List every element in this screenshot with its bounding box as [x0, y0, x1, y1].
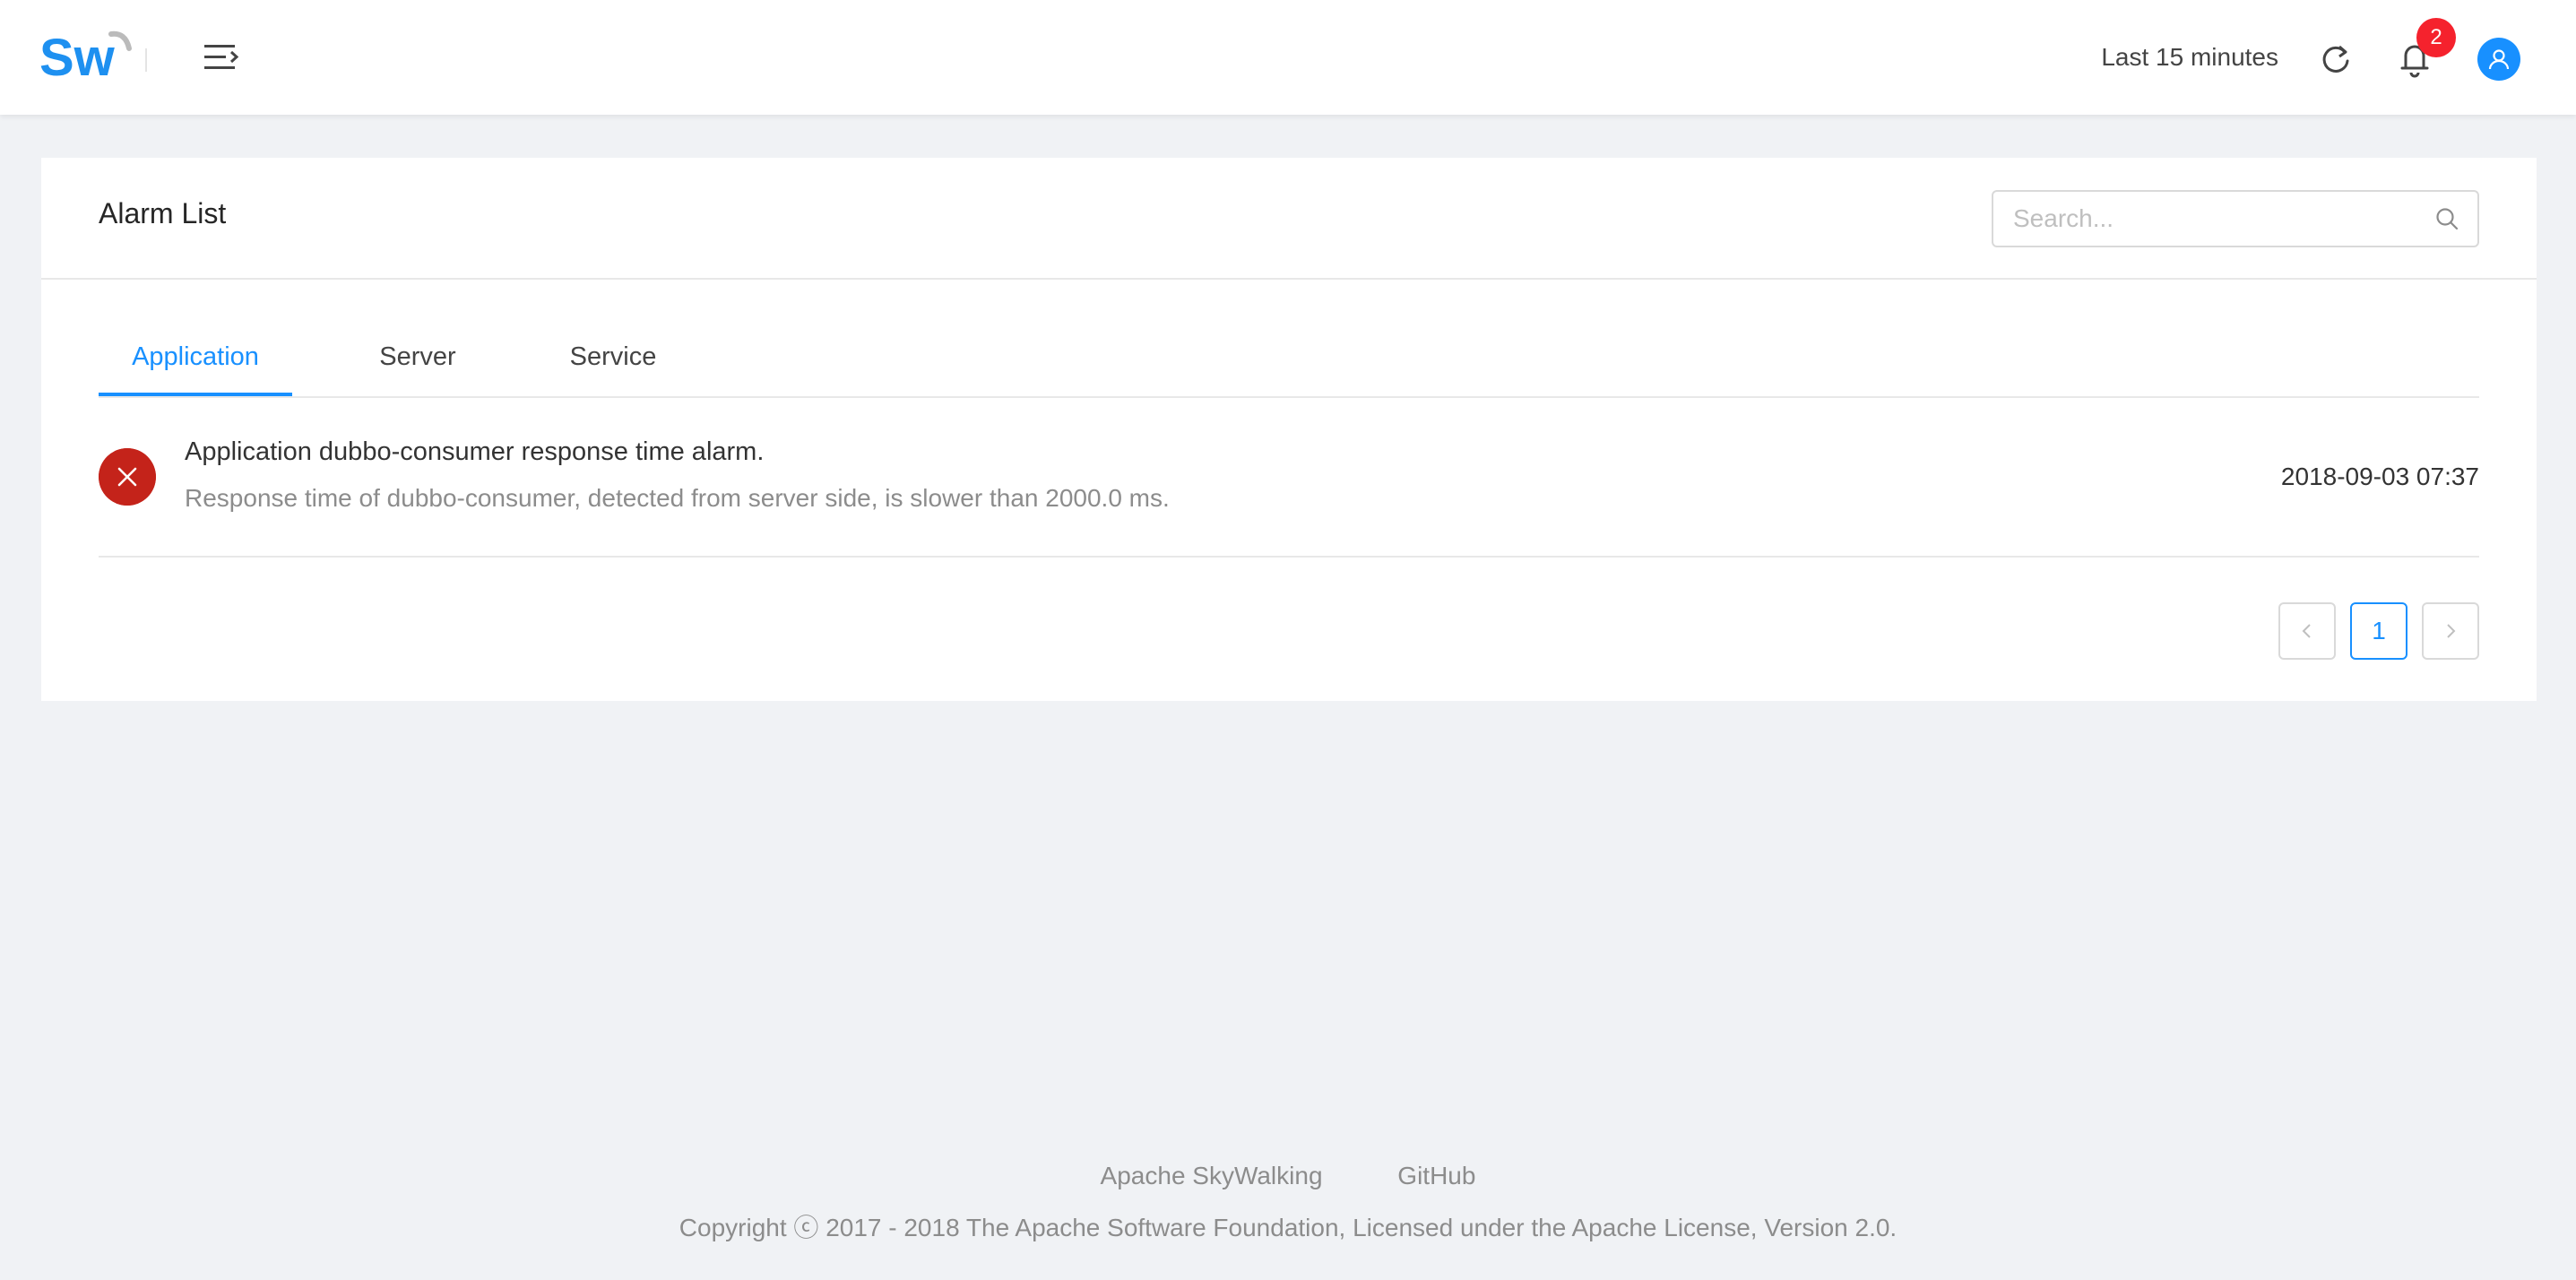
alarm-tabs: Application Server Service	[99, 333, 2479, 398]
search-box	[1992, 190, 2479, 247]
notification-badge: 2	[2416, 18, 2456, 57]
search-input[interactable]	[2013, 192, 2425, 246]
alarm-description: Response time of dubbo-consumer, detecte…	[185, 484, 1170, 512]
list-item: Application dubbo-consumer response time…	[99, 400, 2479, 558]
tab-application[interactable]: Application	[99, 333, 292, 398]
tab-server[interactable]: Server	[364, 333, 471, 398]
active-tab-indicator	[99, 393, 292, 396]
close-circle-icon	[99, 448, 156, 506]
prev-page-button[interactable]	[2278, 602, 2336, 660]
next-page-button[interactable]	[2422, 602, 2479, 660]
user-avatar[interactable]	[2477, 38, 2520, 81]
refresh-icon[interactable]	[2318, 41, 2354, 77]
tab-service[interactable]: Service	[559, 333, 667, 398]
card-header: Alarm List	[41, 158, 2537, 280]
logo-divider	[145, 48, 147, 72]
alarm-title: Application dubbo-consumer response time…	[185, 437, 765, 466]
footer-links: Apache SkyWalking GitHub	[0, 1156, 2576, 1196]
footer-link-skywalking[interactable]: Apache SkyWalking	[1101, 1162, 1323, 1189]
skywalking-logo[interactable]: Sw	[39, 25, 133, 82]
alarm-time: 2018-09-03 07:37	[2280, 463, 2479, 490]
alarm-list-card: Alarm List Application Server Service Ap…	[41, 158, 2537, 701]
chevron-left-icon	[2302, 624, 2311, 638]
page-title: Alarm List	[99, 197, 227, 229]
search-icon[interactable]	[2434, 206, 2459, 231]
page-number-button[interactable]: 1	[2350, 602, 2407, 660]
footer-link-github[interactable]: GitHub	[1397, 1162, 1475, 1189]
logo-text: Sw	[39, 29, 116, 82]
menu-fold-icon[interactable]	[201, 39, 242, 75]
chevron-right-icon	[2447, 624, 2456, 638]
time-range-selector[interactable]: Last 15 minutes	[2101, 38, 2278, 77]
copyright-text: Copyright ⓒ 2017 - 2018 The Apache Softw…	[679, 1214, 1897, 1241]
user-icon	[2488, 49, 2510, 70]
top-header: Sw Last 15 minutes 2	[0, 0, 2576, 115]
